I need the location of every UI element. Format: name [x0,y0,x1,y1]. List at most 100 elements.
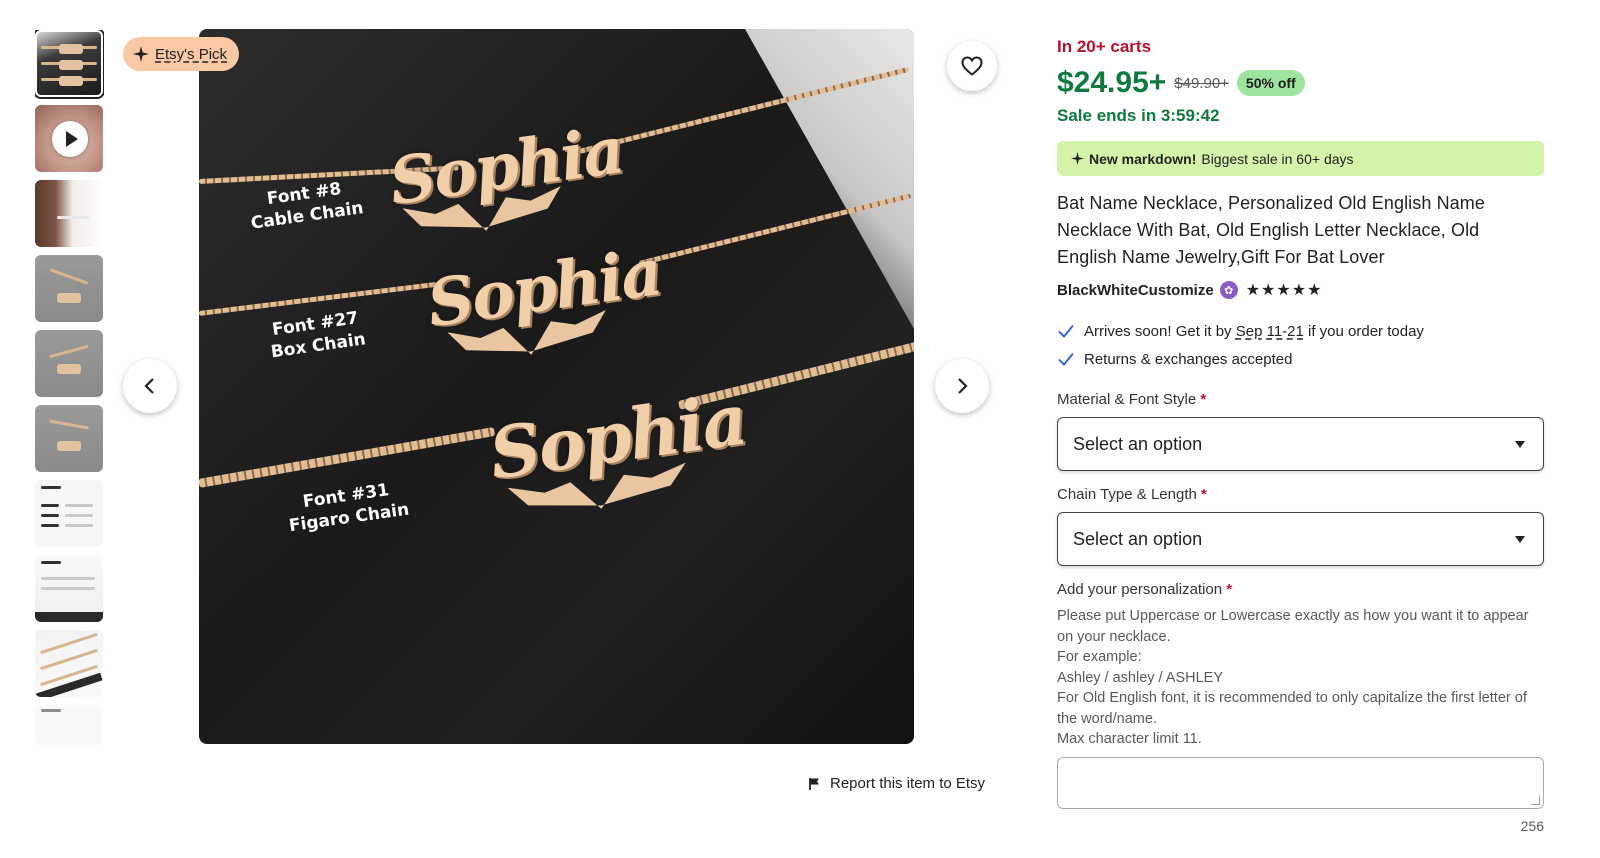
personalization-label-text: Add your personalization [1057,581,1223,598]
rating-stars[interactable]: ★★★★★ [1246,280,1323,300]
instruction-line: Please put Uppercase or Lowercase exactl… [1057,608,1529,645]
character-count: 256 [1520,818,1544,834]
thumbnail-image[interactable] [35,30,104,99]
listing-title: Bat Name Necklace, Personalized Old Engl… [1057,193,1485,267]
thumbnail-graphic [41,524,59,527]
thumbnail-graphic [65,524,93,527]
etsy-pick-badge[interactable]: Etsy's Pick [123,37,240,71]
thumbnail-graphic [57,293,81,303]
arrival-dates[interactable]: Sep 11-21 [1236,323,1304,340]
thumbnail-video[interactable] [35,105,103,172]
thumbnail-graphic [41,561,61,564]
thumbnail-graphic [49,344,89,359]
necklace-chain [199,281,438,316]
thumbnail-image[interactable] [35,555,103,622]
report-label: Report this item to Etsy [830,775,986,792]
arrival-prefix: Arrives soon! Get it by [1084,322,1232,340]
markdown-banner: New markdown! Biggest sale in 60+ days [1057,141,1544,176]
instruction-line: Max character limit 11. [1057,731,1202,747]
thumbnail-image[interactable] [35,405,103,472]
thumbnail-graphic [49,419,89,430]
necklace-chain [199,426,496,488]
discount-badge: 50% off [1236,70,1305,96]
instruction-line: For Old English font, it is recommended … [1057,690,1527,727]
previous-image-button[interactable] [123,359,177,413]
thumbnail-graphic [41,514,59,517]
favorite-button[interactable] [947,41,997,91]
thumbnail-graphic [57,441,81,451]
markdown-text: Biggest sale in 60+ days [1201,150,1354,167]
image-caption: Font #27 Box Chain [266,307,367,364]
required-mark: * [1200,391,1207,408]
price-row: $24.95+ $49.90+ 50% off [1057,66,1305,100]
thumbnail-graphic [49,268,89,285]
thumbnail-image[interactable] [35,330,103,397]
thumbnail-graphic [35,612,103,622]
material-label: Material & Font Style * [1057,391,1206,408]
image-caption: Font #8 Cable Chain [246,175,365,234]
chain-label: Chain Type & Length * [1057,486,1207,503]
name-pendant: Sophia [484,377,751,496]
heart-icon [961,56,983,76]
material-select-value: Select an option [1073,433,1203,454]
thumbnail-graphic [41,587,95,590]
sale-countdown: Sale ends in 3:59:42 [1057,106,1220,125]
shop-name-link[interactable]: BlackWhiteCustomize [1057,282,1214,299]
thumbnail-graphic [65,504,93,507]
dropdown-caret-icon [1515,441,1525,448]
thumbnail-image[interactable] [35,480,103,547]
personalization-textarea[interactable] [1057,757,1544,809]
thumbnail-graphic [59,76,83,86]
sparkle-icon [133,46,149,62]
report-item-link[interactable]: Report this item to Etsy [808,775,985,792]
thumbnail-image[interactable] [35,255,103,322]
required-mark: * [1226,581,1233,598]
star-seller-badge-icon[interactable]: ✿ [1219,281,1238,299]
main-product-image[interactable]: Sophia Sophia Sophia Font #8 Cable Chain… [199,29,914,744]
thumbnail-graphic [41,709,61,712]
sale-price: $24.95+ [1057,66,1167,99]
thumbnail-image[interactable] [35,705,103,745]
checkmark-icon [1058,352,1074,366]
thumbnail-graphic [59,44,83,54]
sparkle-icon [1071,152,1084,165]
markdown-bold: New markdown! [1089,150,1197,167]
chain-select[interactable]: Select an option [1057,512,1544,566]
returns-policy: Returns & exchanges accepted [1057,350,1292,368]
dropdown-caret-icon [1515,536,1525,543]
thumbnail-image[interactable] [35,180,103,247]
chain-select-value: Select an option [1073,528,1203,549]
image-caption: Font #31 Figaro Chain [285,477,411,537]
thumbnail-graphic [41,486,61,489]
required-mark: * [1201,486,1207,503]
thumbnail-graphic [57,364,81,374]
shop-info: BlackWhiteCustomize ✿ ★★★★★ [1057,280,1322,300]
instruction-line: For example: [1057,649,1142,665]
play-icon [52,121,88,157]
returns-text: Returns & exchanges accepted [1084,350,1293,368]
thumbnail-graphic [41,577,95,580]
chain-label-text: Chain Type & Length [1057,486,1197,503]
thumbnail-image[interactable] [35,630,103,697]
arrival-estimate: Arrives soon! Get it by Sep 11-21 if you… [1057,322,1424,340]
material-label-text: Material & Font Style [1057,391,1197,408]
next-image-button[interactable] [935,359,989,413]
in-carts-notice: In 20+ carts [1057,37,1152,56]
material-select[interactable]: Select an option [1057,417,1544,471]
thumbnail-graphic [65,514,93,517]
original-price: $49.90+ [1174,74,1229,92]
thumbnail-strip [35,30,104,745]
name-pendant: Sophia [422,235,666,342]
flag-icon [809,777,819,790]
thumbnail-graphic [59,60,83,70]
checkmark-icon [1058,324,1074,338]
arrival-text: Arrives soon! Get it by Sep 11-21 if you… [1084,323,1424,340]
chevron-right-icon [958,378,968,394]
thumbnail-graphic [41,504,59,507]
personalization-instructions: Please put Uppercase or Lowercase exactl… [1057,606,1544,750]
etsy-pick-label: Etsy's Pick [155,45,228,63]
chevron-left-icon [144,378,154,394]
thumbnail-graphic [57,216,89,219]
personalization-label: Add your personalization * [1057,581,1232,598]
resize-handle-icon[interactable] [1531,796,1540,805]
